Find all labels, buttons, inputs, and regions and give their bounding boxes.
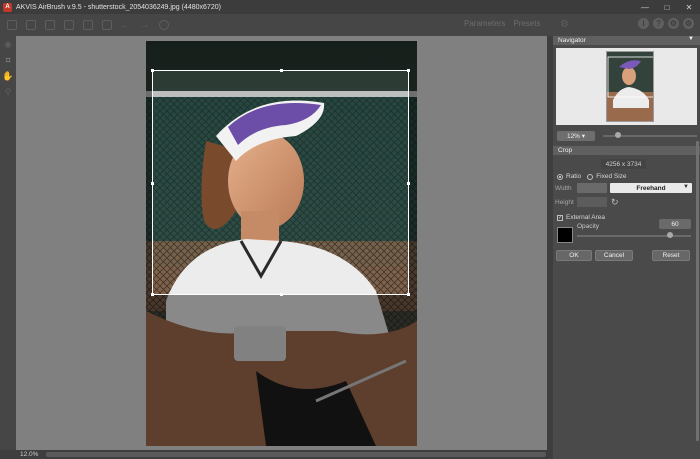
reset-button[interactable]: Reset bbox=[652, 250, 690, 261]
external-area-color-swatch[interactable] bbox=[557, 227, 573, 243]
fixed-size-label: Fixed Size bbox=[596, 173, 627, 180]
navigator-header[interactable]: Navigator ▼ bbox=[553, 36, 700, 45]
crop-preset-select[interactable]: Freehand ▼ bbox=[610, 183, 692, 193]
collapse-icon[interactable]: ▼ bbox=[688, 36, 694, 42]
width-label: Width bbox=[555, 184, 572, 192]
home-icon[interactable] bbox=[4, 18, 19, 33]
preferences-icon[interactable]: ⚙ bbox=[668, 18, 679, 29]
settings-gear-icon[interactable]: ⚙ bbox=[557, 17, 572, 32]
dropdown-arrow-icon: ▼ bbox=[683, 184, 689, 190]
crop-mask-top bbox=[146, 41, 417, 70]
main-toolbar: ← → Parameters Presets ⚙ i ? ⚙ ⚙ bbox=[0, 14, 700, 36]
print-icon[interactable] bbox=[61, 18, 76, 33]
opacity-value-field[interactable]: 60 bbox=[659, 219, 691, 229]
panel-scrollbar[interactable] bbox=[696, 141, 699, 441]
hand-icon[interactable]: ✋ bbox=[0, 68, 16, 84]
crop-handle-tc[interactable] bbox=[280, 69, 283, 72]
crop-mask-bottom bbox=[146, 295, 417, 446]
external-area-checkbox[interactable]: ✓ bbox=[557, 214, 563, 221]
status-zoom: 12.0% bbox=[20, 451, 39, 458]
crop-handle-mr[interactable] bbox=[407, 182, 410, 185]
navigator-title: Navigator bbox=[558, 37, 586, 44]
cancel-button[interactable]: Cancel bbox=[595, 250, 633, 261]
navigator-thumbnail[interactable] bbox=[606, 51, 654, 122]
fixed-size-radio[interactable] bbox=[587, 173, 594, 180]
crop-title: Crop bbox=[558, 147, 573, 154]
opacity-slider[interactable] bbox=[577, 232, 691, 238]
app-logo-icon: A bbox=[3, 2, 12, 12]
zoom-slider[interactable] bbox=[603, 132, 697, 138]
batch-icon[interactable] bbox=[99, 18, 114, 33]
crop-handle-ml[interactable] bbox=[151, 182, 154, 185]
height-label: Height bbox=[555, 198, 574, 206]
tab-presets[interactable]: Presets bbox=[513, 19, 540, 28]
close-button[interactable]: ✕ bbox=[678, 0, 700, 14]
tool-strip: ◉ ⌗ ✋ ⚲ bbox=[0, 36, 16, 450]
opacity-slider-thumb[interactable] bbox=[667, 232, 673, 238]
crop-handle-tl[interactable] bbox=[151, 69, 154, 72]
zoom-select[interactable]: 12% ▾ bbox=[557, 131, 595, 141]
ok-button[interactable]: OK bbox=[556, 250, 592, 261]
crop-dimensions: 4256 x 3734 bbox=[601, 159, 646, 169]
rotate-icon[interactable]: ↻ bbox=[611, 197, 619, 208]
navigator-preview[interactable] bbox=[556, 48, 697, 125]
crop-icon[interactable]: ⌗ bbox=[0, 52, 16, 68]
external-area-label: External Area bbox=[566, 214, 606, 221]
height-field[interactable] bbox=[577, 197, 607, 207]
info-icon[interactable]: i bbox=[638, 18, 649, 29]
ratio-radio[interactable] bbox=[557, 173, 563, 180]
maximize-button[interactable]: □ bbox=[656, 0, 678, 14]
settings-panel: Navigator ▼ 12% ▾ Crop 4256 x 3734 Ratio… bbox=[553, 36, 700, 459]
save-icon[interactable] bbox=[42, 18, 57, 33]
opacity-label: Opacity bbox=[577, 223, 600, 230]
run-icon[interactable] bbox=[156, 18, 171, 33]
crop-handle-tr[interactable] bbox=[407, 69, 410, 72]
undo-icon[interactable]: ← bbox=[118, 18, 133, 33]
open-file-icon[interactable] bbox=[23, 18, 38, 33]
window-title: AKVIS AirBrush v.9.5 - shutterstock_2054… bbox=[16, 3, 221, 11]
crop-mask-right bbox=[409, 70, 417, 295]
eye-icon[interactable]: ◉ bbox=[0, 36, 16, 52]
share-icon[interactable] bbox=[80, 18, 95, 33]
tab-parameters[interactable]: Parameters bbox=[464, 19, 505, 28]
minimize-button[interactable]: — bbox=[634, 0, 656, 14]
crop-handle-br[interactable] bbox=[407, 293, 410, 296]
title-bar: A AKVIS AirBrush v.9.5 - shutterstock_20… bbox=[0, 0, 700, 14]
width-field[interactable] bbox=[577, 183, 607, 193]
settings-icon[interactable]: ⚙ bbox=[683, 18, 694, 29]
crop-handle-bc[interactable] bbox=[280, 293, 283, 296]
zoom-icon[interactable]: ⚲ bbox=[0, 84, 16, 100]
crop-header[interactable]: Crop bbox=[553, 146, 700, 155]
crop-handle-bl[interactable] bbox=[151, 293, 154, 296]
zoom-slider-thumb[interactable] bbox=[615, 132, 621, 138]
help-icon[interactable]: ? bbox=[653, 18, 664, 29]
crop-frame[interactable] bbox=[151, 69, 410, 296]
canvas-horizontal-scrollbar[interactable] bbox=[46, 452, 546, 457]
redo-icon[interactable]: → bbox=[137, 18, 152, 33]
ratio-label: Ratio bbox=[566, 173, 582, 180]
